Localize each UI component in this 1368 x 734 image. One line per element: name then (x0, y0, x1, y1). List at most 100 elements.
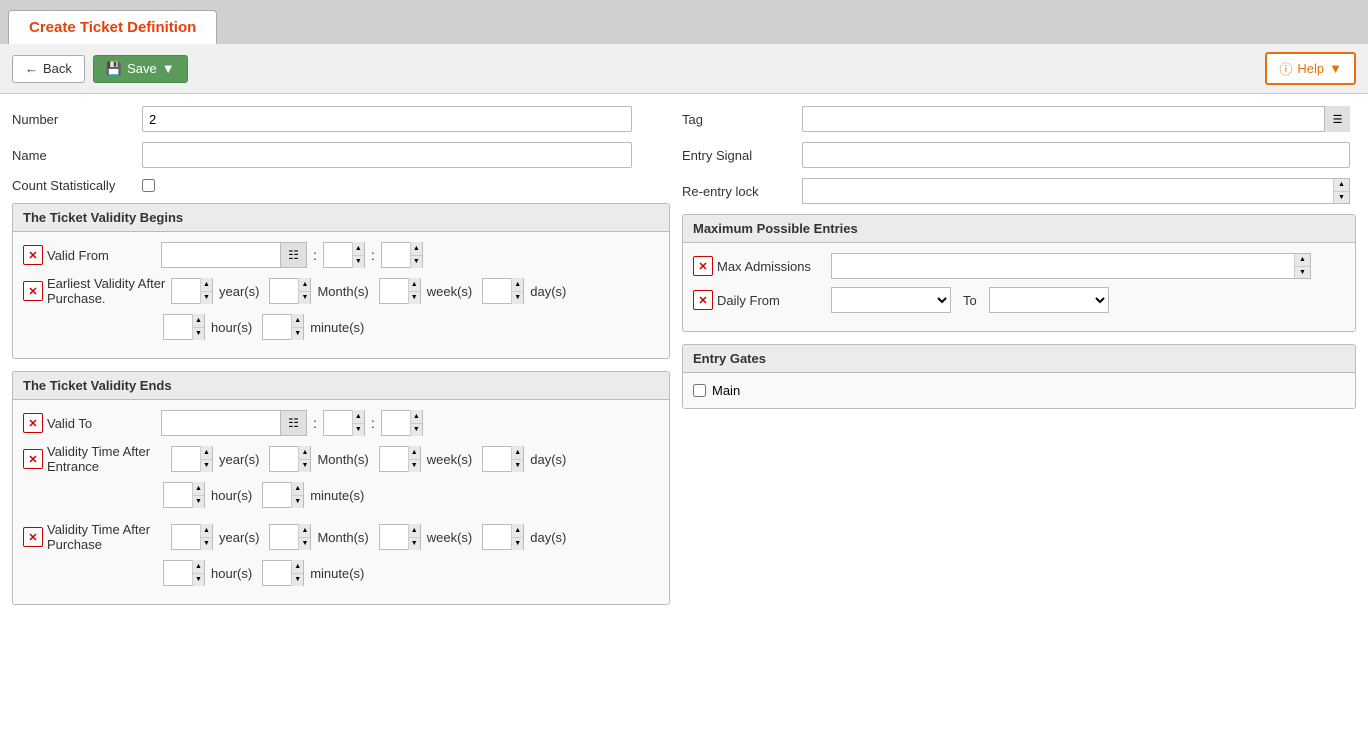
ev-month-down[interactable]: ▼ (299, 292, 310, 305)
valid-from-minute-input[interactable] (382, 243, 410, 267)
vp-month-down[interactable]: ▼ (299, 538, 310, 551)
ve-year-input[interactable] (172, 447, 200, 471)
vp-day-up[interactable]: ▲ (512, 524, 523, 538)
main-gate-checkbox[interactable] (693, 384, 706, 397)
ve-minute-up[interactable]: ▲ (292, 482, 303, 496)
valid-to-minute-down[interactable]: ▼ (411, 424, 422, 437)
valid-to-hour-input[interactable] (324, 411, 352, 435)
ve-hour-up[interactable]: ▲ (193, 482, 204, 496)
ev-minute-up[interactable]: ▲ (292, 314, 303, 328)
ve-month-input[interactable] (270, 447, 298, 471)
vp-minute-down[interactable]: ▼ (292, 574, 303, 587)
ev-month-up[interactable]: ▲ (299, 278, 310, 292)
reentry-lock-up[interactable]: ▲ (1334, 179, 1349, 192)
valid-to-minute-up[interactable]: ▲ (411, 410, 422, 424)
valid-from-calendar-icon[interactable]: ☷ (281, 242, 307, 268)
number-input[interactable] (142, 106, 632, 132)
ve-month-up[interactable]: ▲ (299, 446, 310, 460)
ev-minute-down[interactable]: ▼ (292, 328, 303, 341)
back-button[interactable]: ← Back (12, 55, 85, 83)
daily-from-clear-button[interactable]: ✕ (693, 290, 713, 310)
valid-from-hour-input[interactable] (324, 243, 352, 267)
valid-from-clear-button[interactable]: ✕ (23, 245, 43, 265)
vp-month-input[interactable] (270, 525, 298, 549)
ve-year-down[interactable]: ▼ (201, 460, 212, 473)
ev-week-down[interactable]: ▼ (409, 292, 420, 305)
valid-to-calendar-icon[interactable]: ☷ (281, 410, 307, 436)
ve-minute-input[interactable] (263, 483, 291, 507)
validity-purchase-clear-button[interactable]: ✕ (23, 527, 43, 547)
max-admissions-label: Max Admissions (717, 259, 827, 274)
ev-month-input[interactable] (270, 279, 298, 303)
tag-list-button[interactable]: ☰ (1324, 106, 1350, 132)
ev-week-up[interactable]: ▲ (409, 278, 420, 292)
ve-year-up[interactable]: ▲ (201, 446, 212, 460)
valid-to-clear-button[interactable]: ✕ (23, 413, 43, 433)
ev-day-down[interactable]: ▼ (512, 292, 523, 305)
vp-week-label: week(s) (427, 530, 473, 545)
valid-to-minute-input[interactable] (382, 411, 410, 435)
entry-signal-input[interactable] (802, 142, 1350, 168)
ev-hour-input[interactable] (164, 315, 192, 339)
valid-from-row: ✕ Valid From ☷ : ▲ ▼ : (23, 242, 659, 268)
save-button[interactable]: 💾 Save ▼ (93, 55, 188, 83)
vp-day-down[interactable]: ▼ (512, 538, 523, 551)
ve-week-input[interactable] (380, 447, 408, 471)
ev-hour-down[interactable]: ▼ (193, 328, 204, 341)
vp-day-input[interactable] (483, 525, 511, 549)
ev-day-up[interactable]: ▲ (512, 278, 523, 292)
ve-week-up[interactable]: ▲ (409, 446, 420, 460)
vp-year-up[interactable]: ▲ (201, 524, 212, 538)
ev-minute-input[interactable] (263, 315, 291, 339)
valid-from-minute-down[interactable]: ▼ (411, 256, 422, 269)
daily-from-select[interactable] (831, 287, 951, 313)
reentry-lock-down[interactable]: ▼ (1334, 192, 1349, 204)
vp-minute-up[interactable]: ▲ (292, 560, 303, 574)
help-button[interactable]: ⓘ Help ▼ (1265, 52, 1356, 85)
vp-hour-down[interactable]: ▼ (193, 574, 204, 587)
count-statistically-checkbox[interactable] (142, 179, 155, 192)
ve-day-down[interactable]: ▼ (512, 460, 523, 473)
vp-week-down[interactable]: ▼ (409, 538, 420, 551)
ve-hour-down[interactable]: ▼ (193, 496, 204, 509)
ve-day-input[interactable] (483, 447, 511, 471)
vp-week-up[interactable]: ▲ (409, 524, 420, 538)
ev-hour-up[interactable]: ▲ (193, 314, 204, 328)
vp-year-down[interactable]: ▼ (201, 538, 212, 551)
ve-week-down[interactable]: ▼ (409, 460, 420, 473)
vp-month-up[interactable]: ▲ (299, 524, 310, 538)
vp-minute-input[interactable] (263, 561, 291, 585)
name-input[interactable] (142, 142, 632, 168)
valid-to-hour-down[interactable]: ▼ (353, 424, 364, 437)
ve-hour-input[interactable] (164, 483, 192, 507)
max-admissions-input[interactable] (832, 254, 1294, 278)
vp-hour-up[interactable]: ▲ (193, 560, 204, 574)
entry-gates-body: Main (683, 373, 1355, 408)
max-admissions-up[interactable]: ▲ (1295, 254, 1310, 267)
ev-year-down[interactable]: ▼ (201, 292, 212, 305)
ve-minute-down[interactable]: ▼ (292, 496, 303, 509)
ev-year-up[interactable]: ▲ (201, 278, 212, 292)
ev-year-input[interactable] (172, 279, 200, 303)
ve-month-down[interactable]: ▼ (299, 460, 310, 473)
ev-week-input[interactable] (380, 279, 408, 303)
valid-from-hour-down[interactable]: ▼ (353, 256, 364, 269)
ev-day-input[interactable] (483, 279, 511, 303)
valid-from-date-input[interactable] (161, 242, 281, 268)
earliest-validity-clear-button[interactable]: ✕ (23, 281, 43, 301)
vp-week-input[interactable] (380, 525, 408, 549)
reentry-lock-input[interactable] (803, 179, 1333, 203)
valid-from-minute-up[interactable]: ▲ (411, 242, 422, 256)
valid-to-hour-up[interactable]: ▲ (353, 410, 364, 424)
max-admissions-down[interactable]: ▼ (1295, 267, 1310, 279)
valid-to-date-input[interactable] (161, 410, 281, 436)
create-ticket-definition-tab[interactable]: Create Ticket Definition (8, 10, 217, 44)
max-admissions-clear-button[interactable]: ✕ (693, 256, 713, 276)
ve-day-up[interactable]: ▲ (512, 446, 523, 460)
valid-from-hour-up[interactable]: ▲ (353, 242, 364, 256)
validity-entrance-clear-button[interactable]: ✕ (23, 449, 43, 469)
vp-year-input[interactable] (172, 525, 200, 549)
vp-hour-input[interactable] (164, 561, 192, 585)
daily-to-select[interactable] (989, 287, 1109, 313)
tag-input[interactable] (802, 106, 1350, 132)
